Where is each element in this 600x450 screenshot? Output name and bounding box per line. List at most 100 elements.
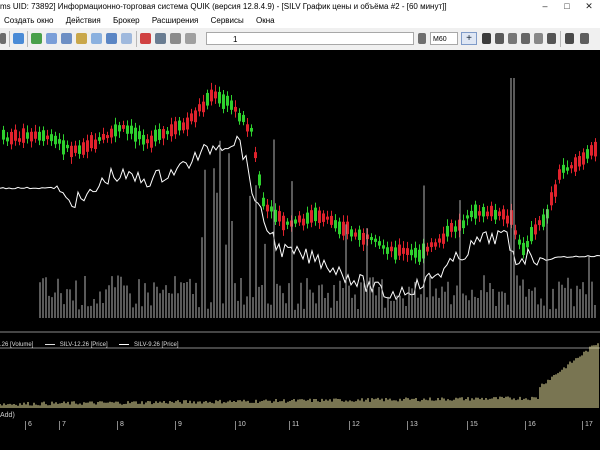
x-axis-label: 13 xyxy=(410,421,418,428)
legend-volume: .26 [Volume] xyxy=(0,342,34,348)
candle-body xyxy=(10,131,13,145)
candle-body xyxy=(538,220,541,226)
candle-body xyxy=(566,167,569,171)
status-strip xyxy=(0,433,600,450)
oi-label: Add) xyxy=(0,412,15,419)
candle-body xyxy=(362,232,365,245)
candle-body xyxy=(126,125,129,134)
x-axis-label: 9 xyxy=(178,421,182,428)
candle-body xyxy=(54,135,57,145)
candle-body xyxy=(438,238,441,243)
price-chart[interactable] xyxy=(0,50,600,410)
candle-body xyxy=(334,220,337,229)
chart-icon[interactable] xyxy=(121,33,132,44)
x-axis-tick xyxy=(407,421,408,430)
x-axis-tick xyxy=(59,421,60,430)
x-axis-tick xyxy=(175,421,176,430)
table-icon[interactable] xyxy=(106,33,117,44)
candle-body xyxy=(106,135,109,139)
candle-body xyxy=(50,134,53,142)
legend-line-icon xyxy=(45,343,56,345)
candle-body xyxy=(478,211,481,216)
candle-body xyxy=(138,131,141,140)
order-icon[interactable] xyxy=(140,33,151,44)
candle-body xyxy=(594,141,597,157)
menu-windows[interactable]: Окна xyxy=(256,16,275,25)
candle-body xyxy=(586,149,589,159)
candle-body xyxy=(390,246,393,252)
candle-body xyxy=(310,210,313,223)
minimize-button[interactable]: – xyxy=(534,0,556,14)
print-icon[interactable] xyxy=(61,33,72,44)
candle-body xyxy=(578,156,581,167)
close-button[interactable]: ✕ xyxy=(578,0,600,14)
crosshair-icon[interactable] xyxy=(482,33,491,44)
candle-body xyxy=(294,219,297,224)
candle-body xyxy=(254,152,257,159)
candle-body xyxy=(442,233,445,244)
candle-body xyxy=(358,229,361,241)
candle-body xyxy=(82,142,85,155)
interval-select[interactable]: M60 xyxy=(430,32,458,45)
candle-body xyxy=(342,221,345,236)
text-icon[interactable] xyxy=(547,33,556,44)
candle-body xyxy=(150,135,153,148)
trend-icon[interactable] xyxy=(565,33,574,44)
candle-body xyxy=(490,205,493,217)
chart-area[interactable] xyxy=(0,50,600,410)
zoom-icon[interactable] xyxy=(495,33,504,44)
candle-body xyxy=(98,137,101,141)
candle-body xyxy=(434,242,437,247)
candle-body xyxy=(94,139,97,150)
candle-body xyxy=(258,174,261,186)
sort-icon[interactable] xyxy=(185,33,196,44)
arrow-icon[interactable] xyxy=(0,33,6,44)
maximize-button[interactable]: □ xyxy=(556,0,578,14)
candle-body xyxy=(418,249,421,262)
x-axis-label: 10 xyxy=(238,421,246,428)
ruler-icon[interactable] xyxy=(521,33,530,44)
candle-body xyxy=(38,131,41,141)
chart-type-icon[interactable] xyxy=(418,33,426,44)
candle-body xyxy=(174,121,177,135)
window-icon[interactable] xyxy=(46,33,57,44)
candle-body xyxy=(118,125,121,132)
candle-body xyxy=(506,215,509,224)
toolbar-separator xyxy=(27,31,28,47)
candle-body xyxy=(402,247,405,254)
new-icon[interactable] xyxy=(13,33,24,44)
candle-body xyxy=(130,125,133,134)
menu-services[interactable]: Сервисы xyxy=(211,16,244,25)
x-axis-tick xyxy=(289,421,290,430)
candle-body xyxy=(2,129,5,140)
candle-body xyxy=(34,131,37,139)
candle-body xyxy=(198,104,201,112)
candle-body xyxy=(170,124,173,137)
filter-icon[interactable] xyxy=(170,33,181,44)
hand-icon[interactable] xyxy=(534,33,543,44)
menu-actions[interactable]: Действия xyxy=(66,16,101,25)
candle-body xyxy=(142,134,145,145)
candle-body xyxy=(370,236,373,241)
copy-icon[interactable] xyxy=(76,33,87,44)
candle-body xyxy=(90,135,93,149)
add-indicator-button[interactable]: + xyxy=(461,32,477,45)
menu-create-window[interactable]: Создать окно xyxy=(4,16,53,25)
title-bar: ms UID: 73892] Информационно-торговая си… xyxy=(0,0,600,14)
candle-body xyxy=(414,247,417,258)
candle-body xyxy=(338,221,341,235)
pencil-icon[interactable] xyxy=(508,33,517,44)
settings-icon[interactable] xyxy=(155,33,166,44)
open-icon[interactable] xyxy=(31,33,42,44)
menu-extensions[interactable]: Расширения xyxy=(152,16,199,25)
candle-body xyxy=(46,135,49,140)
candle-body xyxy=(426,246,429,252)
paste-icon[interactable] xyxy=(91,33,102,44)
chevron-down-icon[interactable] xyxy=(580,33,589,44)
menu-broker[interactable]: Брокер xyxy=(113,16,140,25)
candle-body xyxy=(382,245,385,249)
candle-body xyxy=(522,242,525,256)
toolbar-separator xyxy=(136,31,137,47)
toolbar-input[interactable]: 1 xyxy=(206,32,414,45)
candle-body xyxy=(74,145,77,153)
